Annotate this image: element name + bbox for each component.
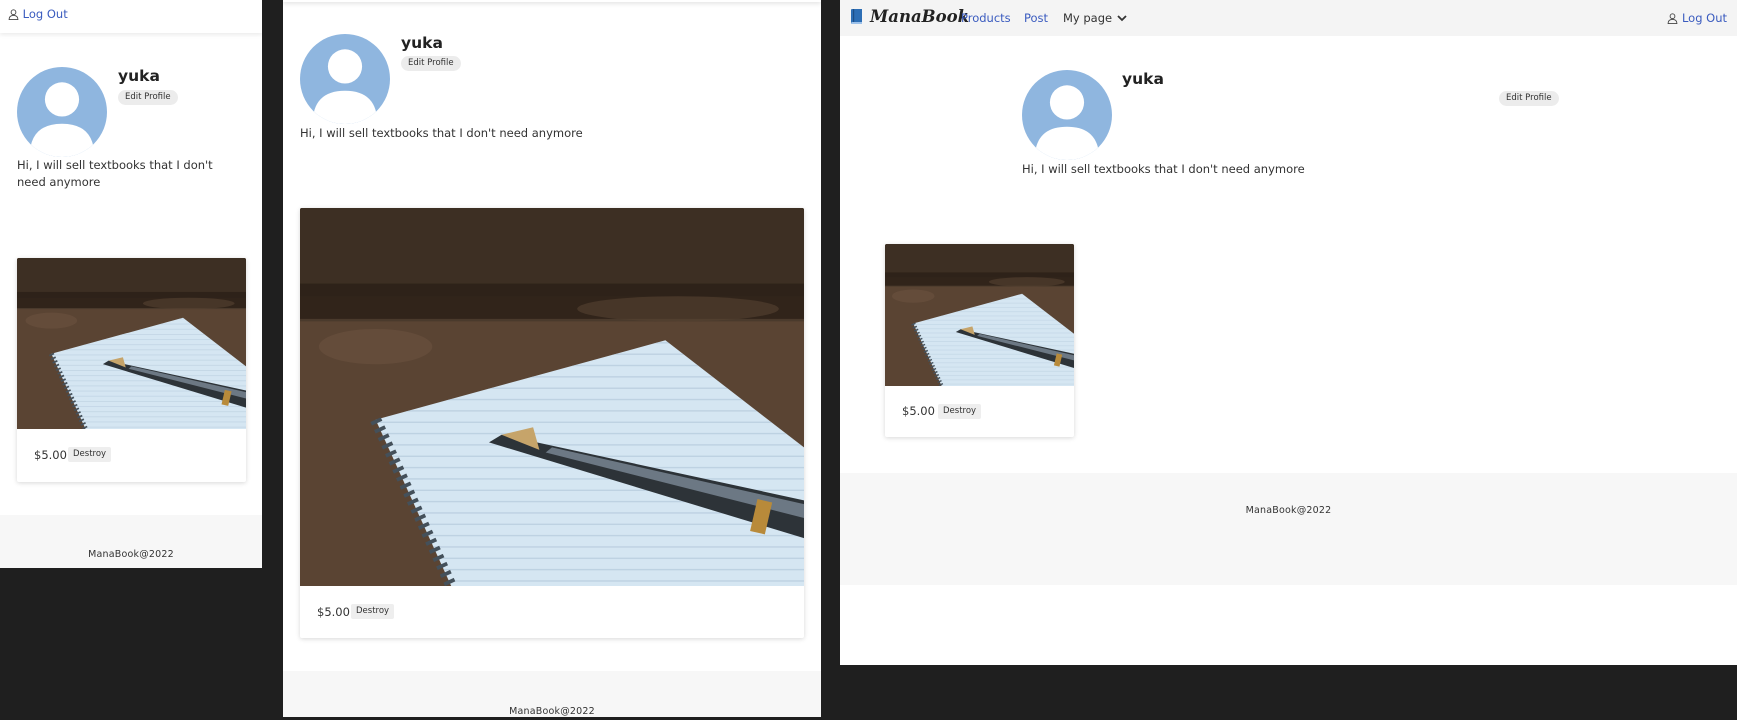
chevron-down-icon <box>1117 15 1127 22</box>
footer-copyright: ManaBook@2022 <box>1245 505 1332 516</box>
default-avatar-icon <box>1022 70 1112 160</box>
product-card[interactable]: $5.00 Destroy <box>300 208 804 638</box>
nav-products-link[interactable]: Products <box>961 11 1011 25</box>
avatar <box>300 34 390 124</box>
product-image[interactable] <box>885 244 1074 386</box>
profile-bio: Hi, I will sell textbooks that I don't n… <box>300 126 583 140</box>
product-image[interactable] <box>300 208 804 586</box>
destroy-button[interactable]: Destroy <box>938 404 982 419</box>
tablet-header-shadow <box>283 0 821 2</box>
default-avatar-icon <box>300 34 390 124</box>
destroy-button[interactable]: Destroy <box>351 604 395 619</box>
footer-copyright: ManaBook@2022 <box>88 549 174 560</box>
nav-my-page-label: My page <box>1063 11 1113 25</box>
profile-bio: Hi, I will sell textbooks that I don't n… <box>17 158 213 189</box>
book-icon <box>851 9 862 24</box>
edit-profile-button[interactable]: Edit Profile <box>401 56 461 71</box>
logout-link[interactable]: Log Out <box>8 7 68 21</box>
default-avatar-icon <box>17 67 107 157</box>
footer-copyright: ManaBook@2022 <box>509 706 595 717</box>
brand-name: ManaBook <box>870 7 970 26</box>
product-price: $5.00 <box>34 448 67 462</box>
mobile-viewport: Log Out yuka Edit Profile Hi, I will sel… <box>0 0 262 568</box>
mobile-header: Log Out <box>0 0 262 33</box>
tablet-viewport: yuka Edit Profile Hi, I will sell textbo… <box>283 0 821 717</box>
nav-my-page-dropdown[interactable]: My page <box>1063 11 1127 25</box>
product-card[interactable]: $5.00 Destroy <box>885 244 1074 437</box>
edit-profile-button[interactable]: Edit Profile <box>1499 91 1559 106</box>
profile-username: yuka <box>1122 70 1164 88</box>
profile-bio: Hi, I will sell textbooks that I don't n… <box>1022 162 1305 176</box>
product-image[interactable] <box>17 258 246 429</box>
product-price: $5.00 <box>902 404 935 418</box>
user-icon <box>1667 13 1678 24</box>
logout-label: Log Out <box>1681 11 1727 25</box>
navbar: ManaBook Products Post My page Log Out <box>840 0 1737 36</box>
edit-profile-button[interactable]: Edit Profile <box>118 90 178 105</box>
profile-username: yuka <box>118 67 160 85</box>
profile-username: yuka <box>401 34 443 52</box>
brand-logo[interactable]: ManaBook <box>850 7 969 26</box>
desktop-viewport: ManaBook Products Post My page Log Out y… <box>840 0 1737 665</box>
logout-label: Log Out <box>22 7 68 21</box>
nav-post-link[interactable]: Post <box>1024 11 1048 25</box>
footer: ManaBook@2022 <box>0 515 262 568</box>
product-price: $5.00 <box>317 605 350 619</box>
product-card[interactable]: $5.00 Destroy <box>17 258 246 482</box>
avatar <box>17 67 107 157</box>
footer: ManaBook@2022 <box>840 473 1737 585</box>
destroy-button[interactable]: Destroy <box>68 447 112 462</box>
logout-link[interactable]: Log Out <box>1667 11 1727 25</box>
avatar <box>1022 70 1112 160</box>
user-icon <box>8 9 19 20</box>
footer: ManaBook@2022 <box>283 671 821 717</box>
